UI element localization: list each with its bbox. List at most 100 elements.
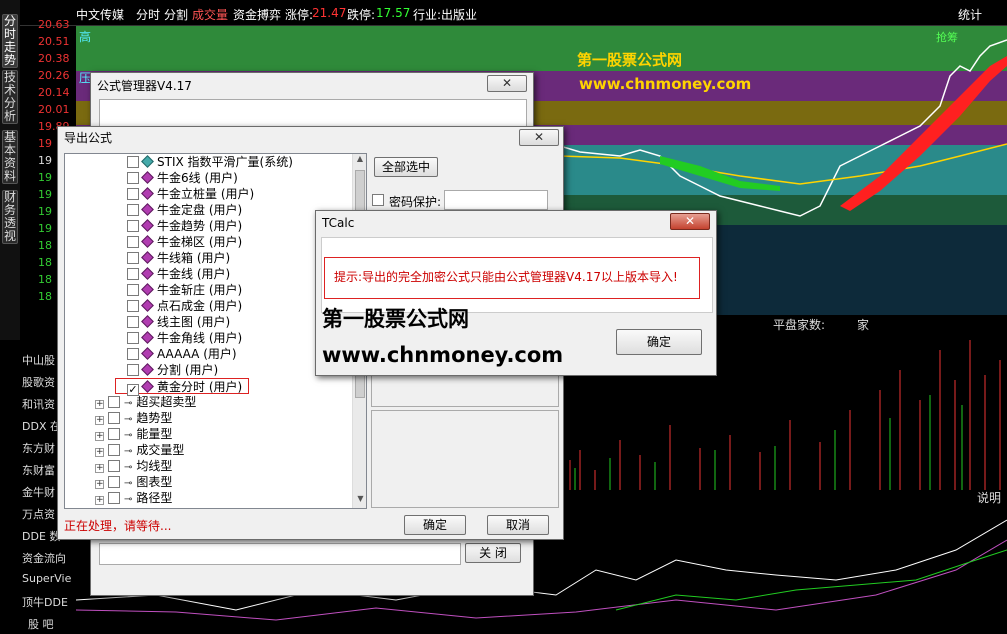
formula-group[interactable]: + ⊸ 能量型 xyxy=(95,426,172,442)
indicator-item[interactable]: 中山股 xyxy=(22,352,55,368)
indicator-item[interactable]: DDX 在 xyxy=(22,418,61,434)
tcalc-ok-button[interactable]: 确定 xyxy=(616,329,702,355)
formula-tree-item[interactable]: 点石成金 (用户) xyxy=(127,298,242,314)
formula-tree-item[interactable]: STIX 指数平滑广量(系统) xyxy=(127,154,293,170)
formula-manager-close-icon[interactable]: ✕ xyxy=(487,75,527,92)
tab-volume[interactable]: 成交量 xyxy=(192,6,228,23)
group-checkbox[interactable] xyxy=(108,412,120,424)
scroll-down-icon[interactable]: ▼ xyxy=(353,494,366,508)
expand-plus-icon[interactable]: + xyxy=(95,416,104,425)
indicator-item[interactable]: DDE 数 xyxy=(22,528,60,544)
formula-manager-close-button[interactable]: 关 闭 xyxy=(465,543,521,563)
group-checkbox[interactable] xyxy=(108,428,120,440)
formula-checkbox[interactable] xyxy=(127,300,139,312)
indicator-item[interactable]: SuperVie xyxy=(22,572,71,585)
expand-plus-icon[interactable]: + xyxy=(95,496,104,505)
indicator-item[interactable]: 万点资 xyxy=(22,506,55,522)
stats-button[interactable]: 统计 xyxy=(958,6,982,23)
formula-item-label: 点石成金 (用户) xyxy=(157,299,243,313)
export-cancel-button[interactable]: 取消 xyxy=(487,515,549,535)
formula-checkbox[interactable] xyxy=(127,316,139,328)
vtab-technical[interactable]: 技术分析 xyxy=(2,70,18,124)
formula-group[interactable]: + ⊸ 趋势型 xyxy=(95,410,172,426)
formula-group[interactable]: + ⊸ 路径型 xyxy=(95,490,172,506)
indicator-item[interactable]: 股歌资 xyxy=(22,374,55,390)
indicator-item[interactable]: 和讯资 xyxy=(22,396,55,412)
vtab-fundamentals[interactable]: 基本资料 xyxy=(2,130,18,184)
tcalc-watermark-title: 第一股票公式网 xyxy=(322,307,469,331)
formula-group[interactable]: + ⊸ 图表型 xyxy=(95,474,172,490)
indicator-item[interactable]: 金牛财 xyxy=(22,484,55,500)
expand-plus-icon[interactable]: + xyxy=(95,400,104,409)
price-label: 20.38 xyxy=(38,52,70,65)
group-checkbox[interactable] xyxy=(108,460,120,472)
formula-diamond-icon xyxy=(141,283,154,296)
formula-checkbox[interactable] xyxy=(127,220,139,232)
formula-tree-item[interactable]: 线主图 (用户) xyxy=(127,314,230,330)
expand-plus-icon[interactable]: + xyxy=(95,464,104,473)
vtab-financials[interactable]: 财务透视 xyxy=(2,190,18,244)
formula-tree-item[interactable]: 牛金立桩量 (用户) xyxy=(127,186,254,202)
tab-intraday[interactable]: 分时 xyxy=(136,6,160,23)
formula-tree-item[interactable]: 牛金斩庄 (用户) xyxy=(127,282,242,298)
indicator-item[interactable]: 股 吧 xyxy=(28,616,54,632)
formula-item-label: 牛线箱 (用户) xyxy=(157,251,231,265)
tab-capital[interactable]: 资金搏弈 xyxy=(233,6,281,23)
group-checkbox[interactable] xyxy=(108,476,120,488)
formula-tree-item[interactable]: 牛线箱 (用户) xyxy=(127,250,230,266)
formula-tree-item[interactable]: 牛金角线 (用户) xyxy=(127,330,242,346)
indicator-item[interactable]: 顶牛DDE xyxy=(22,594,68,610)
select-all-button[interactable]: 全部选中 xyxy=(374,157,438,177)
tcalc-close-icon[interactable]: ✕ xyxy=(670,213,710,230)
key-icon: ⊸ xyxy=(124,494,133,505)
formula-item-label: 牛金定盘 (用户) xyxy=(157,203,243,217)
formula-checkbox[interactable] xyxy=(127,204,139,216)
formula-group-label: 趋势型 xyxy=(136,411,173,425)
formula-item-label: 牛金趋势 (用户) xyxy=(157,219,243,233)
tab-split[interactable]: 分割 xyxy=(164,6,188,23)
indicator-item[interactable]: 资金流向 xyxy=(22,550,66,566)
formula-tree-item[interactable]: 牛金6线 (用户) xyxy=(127,170,238,186)
formula-tree-item[interactable]: 牛金梯区 (用户) xyxy=(127,234,242,250)
indicator-item[interactable]: 东财富 xyxy=(22,462,55,478)
expand-plus-icon[interactable]: + xyxy=(95,480,104,489)
price-label: 19 xyxy=(38,154,52,167)
formula-checkbox[interactable] xyxy=(127,364,139,376)
formula-tree-item[interactable]: 分割 (用户) xyxy=(127,362,218,378)
group-checkbox[interactable] xyxy=(108,444,120,456)
formula-group[interactable]: + ⊸ 均线型 xyxy=(95,458,172,474)
indicator-item[interactable]: 东方财 xyxy=(22,440,55,456)
formula-checkbox[interactable] xyxy=(127,332,139,344)
formula-checkbox[interactable] xyxy=(127,188,139,200)
export-ok-button[interactable]: 确定 xyxy=(404,515,466,535)
expand-plus-icon[interactable]: + xyxy=(95,432,104,441)
formula-checkbox[interactable] xyxy=(127,172,139,184)
formula-checkbox[interactable] xyxy=(127,284,139,296)
formula-tree-item[interactable]: 牛金定盘 (用户) xyxy=(127,202,242,218)
formula-item-label: 分割 (用户) xyxy=(157,363,219,377)
formula-group[interactable]: + ⊸ 超买超卖型 xyxy=(95,394,196,410)
formula-group[interactable]: + ⊸ 成交量型 xyxy=(95,442,184,458)
group-checkbox[interactable] xyxy=(108,492,120,504)
scroll-up-icon[interactable]: ▲ xyxy=(353,154,366,168)
vtab-intraday[interactable]: 分时走势 xyxy=(2,14,18,68)
formula-tree-item[interactable]: 牛金趋势 (用户) xyxy=(127,218,242,234)
expand-plus-icon[interactable]: + xyxy=(95,448,104,457)
formula-manager-title: 公式管理器V4.17 xyxy=(91,73,533,99)
formula-checkbox[interactable] xyxy=(127,348,139,360)
formula-checkbox[interactable] xyxy=(127,268,139,280)
price-label: 18 xyxy=(38,256,52,269)
formula-tree-item[interactable]: ✓ 黄金分时 (用户) xyxy=(115,378,250,396)
formula-tree-item[interactable]: AAAAA (用户) xyxy=(127,346,237,362)
password-field[interactable] xyxy=(444,190,548,210)
formula-checkbox[interactable] xyxy=(127,252,139,264)
formula-checkbox[interactable] xyxy=(127,156,139,168)
formula-diamond-icon xyxy=(141,171,154,184)
group-checkbox[interactable] xyxy=(108,396,120,408)
tcalc-dialog: TCalc ✕ 提示:导出的完全加密公式只能由公式管理器V4.17以上版本导入!… xyxy=(315,210,717,376)
formula-checkbox[interactable] xyxy=(127,236,139,248)
formula-tree-item[interactable]: 牛金线 (用户) xyxy=(127,266,230,282)
password-protect-checkbox[interactable] xyxy=(372,194,384,206)
export-close-icon[interactable]: ✕ xyxy=(519,129,559,146)
formula-diamond-icon xyxy=(141,219,154,232)
